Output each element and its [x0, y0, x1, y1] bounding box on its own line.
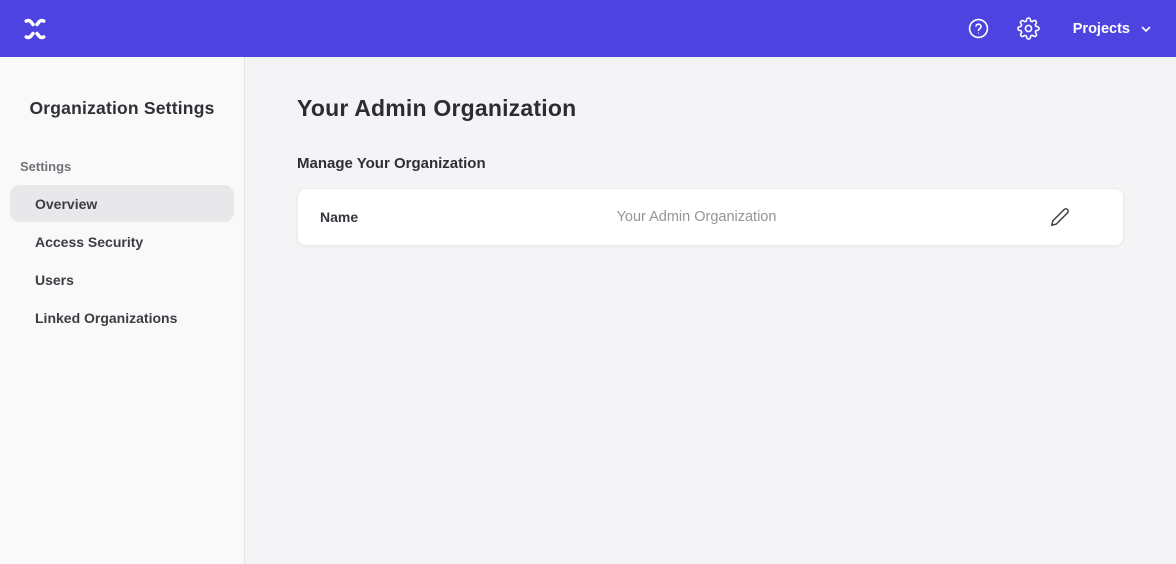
organization-settings-sidebar: Organization Settings Settings Overview … — [0, 57, 245, 564]
organization-name-row: Name Your Admin Organization — [297, 188, 1124, 246]
sidebar-section-label: Settings — [20, 159, 244, 174]
sidebar-item-linked-organizations[interactable]: Linked Organizations — [10, 299, 234, 336]
projects-menu-button[interactable]: Projects — [1073, 21, 1152, 37]
sidebar-item-overview[interactable]: Overview — [10, 185, 234, 222]
page-title: Your Admin Organization — [297, 95, 1124, 122]
organization-name-value: Your Admin Organization — [617, 209, 777, 225]
sidebar-item-label: Overview — [35, 196, 97, 212]
name-field-label: Name — [320, 209, 617, 225]
sidebar-nav-list: Overview Access Security Users Linked Or… — [0, 185, 244, 336]
sidebar-item-access-security[interactable]: Access Security — [10, 223, 234, 260]
gear-icon[interactable] — [1017, 17, 1041, 41]
projects-menu-label: Projects — [1073, 21, 1130, 37]
sidebar-item-users[interactable]: Users — [10, 261, 234, 298]
brand-x-logo-icon[interactable] — [18, 12, 52, 46]
section-heading: Manage Your Organization — [297, 155, 1124, 172]
sidebar-item-label: Access Security — [35, 234, 143, 250]
edit-name-button[interactable] — [1047, 204, 1073, 230]
main-content: Your Admin Organization Manage Your Orga… — [245, 57, 1176, 564]
sidebar-item-label: Users — [35, 272, 74, 288]
top-navigation-bar: Projects — [0, 0, 1176, 57]
sidebar-title: Organization Settings — [0, 98, 244, 119]
sidebar-item-label: Linked Organizations — [35, 310, 177, 326]
chevron-down-icon — [1140, 23, 1152, 35]
help-icon[interactable] — [967, 17, 991, 41]
